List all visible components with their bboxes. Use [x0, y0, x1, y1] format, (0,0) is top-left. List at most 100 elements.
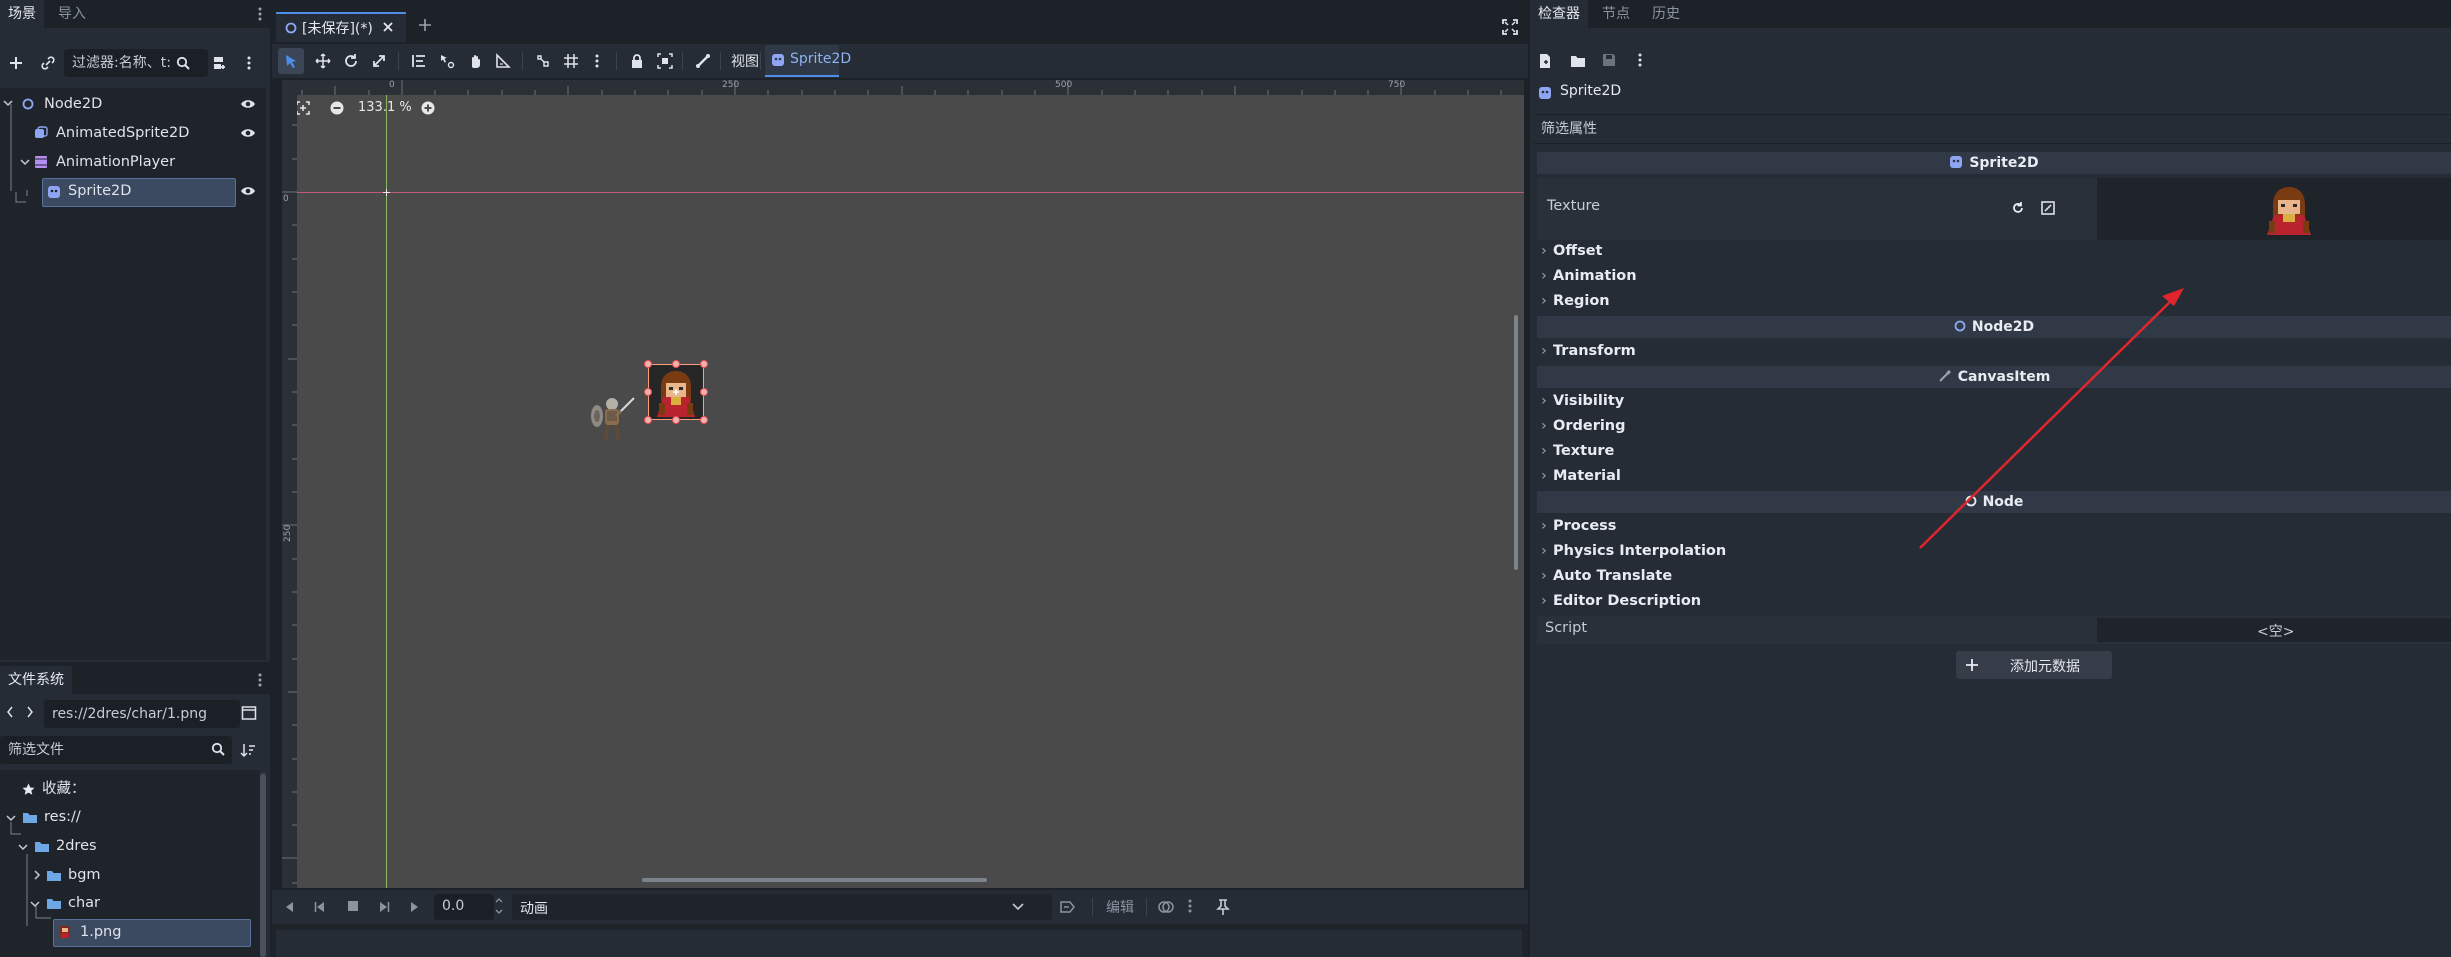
onion-skin-icon[interactable]: [1158, 899, 1174, 915]
node2d-icon: [22, 98, 34, 110]
tab-history[interactable]: 历史: [1644, 0, 1688, 28]
group-icon[interactable]: [652, 48, 678, 74]
file-tree-scrollbar[interactable]: [260, 772, 266, 957]
more-options-icon[interactable]: [236, 50, 262, 76]
list-select-icon[interactable]: [406, 48, 432, 74]
tag-icon[interactable]: [1060, 899, 1076, 915]
canvas-background: [282, 80, 1524, 888]
visibility-eye-icon[interactable]: [240, 98, 256, 110]
view-menu[interactable]: 视图: [731, 51, 759, 71]
rotate-tool-icon[interactable]: [338, 48, 364, 74]
dock-menu-icon[interactable]: [254, 672, 266, 688]
add-node-icon[interactable]: [3, 50, 29, 76]
play-icon[interactable]: [410, 901, 420, 913]
more-options-icon[interactable]: [1188, 899, 1192, 913]
distraction-free-icon[interactable]: [1502, 19, 1518, 35]
zoom-level[interactable]: 133.1 %: [358, 100, 412, 115]
list-item-1png[interactable]: 1.png: [0, 918, 258, 947]
scene-tab[interactable]: [未保存](*): [276, 12, 406, 42]
path-field[interactable]: res://2dres/char/1.png: [44, 700, 240, 728]
center-view-icon[interactable]: [296, 101, 310, 115]
play-from-start-icon[interactable]: [378, 901, 390, 913]
play-backwards-from-end-icon[interactable]: [314, 901, 326, 913]
open-folder-icon[interactable]: [1570, 54, 1586, 68]
sort-icon[interactable]: [240, 742, 256, 758]
property-filter-input[interactable]: 筛选属性: [1533, 114, 2451, 144]
file-filter-input[interactable]: 筛选文件: [0, 736, 232, 764]
new-resource-icon[interactable]: [1538, 53, 1552, 69]
scale-tool-icon[interactable]: [366, 48, 392, 74]
tab-node[interactable]: 节点: [1594, 0, 1638, 28]
tree-item-animationplayer[interactable]: AnimationPlayer: [0, 148, 266, 177]
close-icon[interactable]: [382, 21, 394, 33]
tree-item-animatedsprite2d[interactable]: AnimatedSprite2D: [0, 119, 266, 148]
dock-menu-icon[interactable]: [254, 6, 266, 22]
time-spinner-icon[interactable]: [494, 895, 504, 917]
lock-icon[interactable]: [624, 48, 650, 74]
skeleton-icon[interactable]: [690, 48, 716, 74]
more-options-icon[interactable]: [1638, 53, 1642, 67]
section-sprite2d[interactable]: Sprite2D: [1537, 152, 2451, 174]
revert-icon[interactable]: [2011, 201, 2025, 215]
zoom-in-icon[interactable]: [421, 101, 435, 115]
smart-snap-icon[interactable]: [530, 48, 556, 74]
selected-node-button[interactable]: Sprite2D: [765, 45, 851, 77]
vertical-scrollbar[interactable]: [1514, 315, 1518, 570]
pan-hand-icon[interactable]: [462, 48, 488, 74]
grid-snap-icon[interactable]: [558, 48, 584, 74]
tree-item-sprite2d[interactable]: Sprite2D: [0, 177, 266, 207]
forward-arrow-icon[interactable]: [26, 706, 34, 718]
script-attach-icon[interactable]: [206, 50, 232, 76]
tab-filesystem[interactable]: 文件系统: [0, 666, 72, 694]
collapse-arrow-icon[interactable]: [30, 899, 40, 909]
pivot-tool-icon[interactable]: [434, 48, 460, 74]
list-item-favorites[interactable]: 收藏：: [0, 775, 258, 804]
ruler-tool-icon[interactable]: [490, 48, 516, 74]
texture-region-icon[interactable]: [2041, 201, 2055, 215]
snap-options-icon[interactable]: [584, 48, 610, 74]
back-arrow-icon[interactable]: [6, 706, 14, 718]
expand-arrow-icon[interactable]: [32, 870, 42, 880]
script-value-field[interactable]: <空>: [2097, 618, 2451, 642]
select-tool-icon[interactable]: [278, 48, 304, 74]
group-offset[interactable]: › Offset: [1537, 239, 2451, 263]
tab-scene[interactable]: 场景: [0, 0, 44, 28]
tab-import[interactable]: 导入: [50, 0, 94, 28]
knight-sprite[interactable]: [588, 392, 638, 444]
stop-icon[interactable]: [348, 901, 358, 911]
list-item-2dres[interactable]: 2dres: [0, 832, 258, 861]
group-editor-description[interactable]: › Editor Description: [1537, 589, 2451, 613]
zoom-out-icon[interactable]: [330, 101, 344, 115]
texture-preview[interactable]: [2097, 178, 2451, 240]
horizontal-scrollbar[interactable]: [642, 878, 987, 882]
play-backwards-icon[interactable]: [284, 901, 294, 913]
collapse-arrow-icon[interactable]: [20, 157, 30, 167]
list-item-res[interactable]: res://: [0, 803, 258, 832]
inspected-node-name[interactable]: Sprite2D: [1560, 83, 1621, 99]
list-item-char[interactable]: char: [0, 889, 258, 918]
group-auto-translate[interactable]: › Auto Translate: [1537, 564, 2451, 588]
plus-icon: [1965, 658, 1979, 672]
transform-handles[interactable]: [638, 354, 714, 430]
move-tool-icon[interactable]: [310, 48, 336, 74]
list-item-bgm[interactable]: bgm: [0, 861, 258, 890]
tab-inspector[interactable]: 检查器: [1530, 0, 1588, 28]
collapse-arrow-icon[interactable]: [3, 98, 13, 108]
canvas-viewport[interactable]: 133.1 %: [282, 80, 1524, 888]
tree-item-node2d[interactable]: Node2D: [0, 90, 266, 119]
link-icon[interactable]: [35, 50, 61, 76]
collapse-arrow-icon[interactable]: [6, 813, 16, 823]
new-scene-tab-icon[interactable]: [418, 18, 432, 32]
origin-marker: [383, 189, 390, 196]
pin-icon[interactable]: [1216, 899, 1230, 915]
animation-select[interactable]: 动画: [512, 894, 1052, 920]
toggle-split-icon[interactable]: [241, 705, 257, 721]
save-icon[interactable]: [1602, 53, 1616, 67]
viewport-toolbar: 视图 Sprite2D: [272, 44, 1528, 78]
edit-menu[interactable]: 编辑: [1106, 897, 1134, 917]
collapse-arrow-icon[interactable]: [18, 842, 28, 852]
visibility-eye-icon[interactable]: [240, 127, 256, 139]
time-field[interactable]: 0.0: [434, 894, 494, 920]
add-metadata-button[interactable]: 添加元数据: [1956, 651, 2112, 679]
visibility-eye-icon[interactable]: [240, 185, 256, 197]
